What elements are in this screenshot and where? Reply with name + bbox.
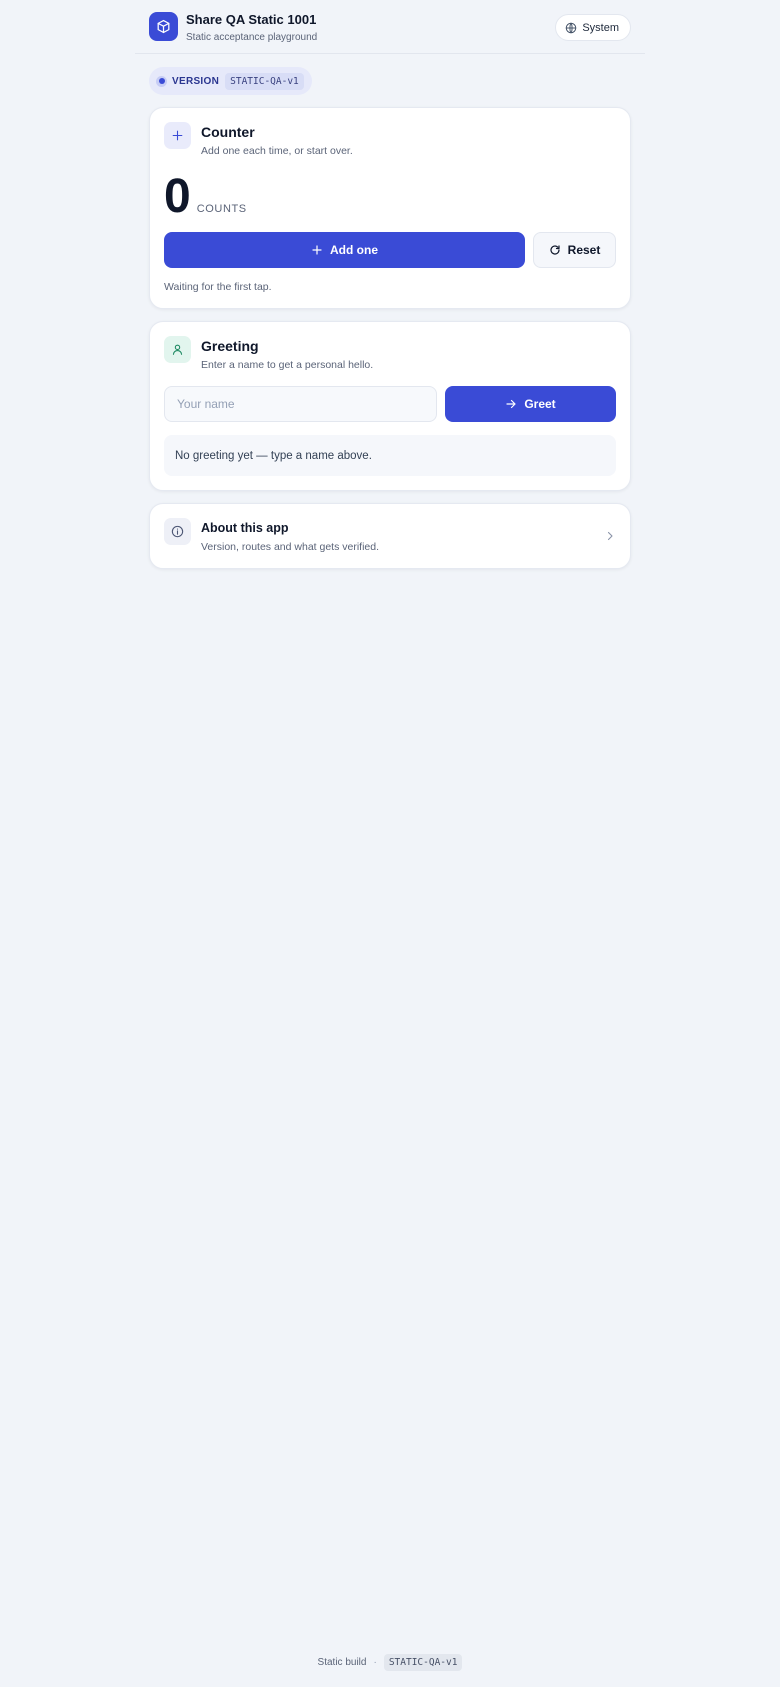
app-subtitle: Static acceptance playground — [186, 32, 318, 43]
version-code: STATIC-QA-v1 — [225, 72, 304, 90]
theme-button-label: System — [582, 21, 619, 34]
arrow-right-icon — [506, 399, 516, 409]
version-label: VERSION — [172, 75, 220, 87]
counter-description: Add one each time, or start over. — [201, 145, 353, 157]
plus-icon — [312, 245, 322, 255]
reset-icon — [550, 245, 560, 255]
greeting-card: Greeting Enter a name to get a personal … — [149, 321, 631, 491]
add-one-button[interactable]: Add one — [164, 232, 525, 268]
greeting-title: Greeting — [201, 338, 259, 354]
name-input[interactable] — [164, 386, 437, 422]
footer-separator: · — [373, 1657, 377, 1668]
cube-icon — [149, 12, 178, 41]
counter-unit: COUNTS — [196, 203, 247, 215]
counter-value: 0 — [164, 170, 191, 223]
about-description: Version, routes and what gets verified. — [201, 541, 380, 553]
counter-title: Counter — [201, 124, 255, 140]
footer-label: Static build — [317, 1657, 367, 1668]
app-header: Share QA Static 1001 Static acceptance p… — [135, 0, 645, 54]
counter-status: Waiting for the first tap. — [164, 281, 272, 293]
about-title: About this app — [201, 521, 289, 535]
theme-system-button[interactable]: System — [555, 14, 631, 41]
plus-icon — [164, 122, 191, 149]
reset-label: Reset — [567, 243, 601, 257]
reset-button[interactable]: Reset — [533, 232, 616, 268]
counter-card: Counter Add one each time, or start over… — [149, 107, 631, 309]
greeting-output: No greeting yet — type a name above. — [164, 435, 616, 476]
greet-button[interactable]: Greet — [445, 386, 616, 422]
info-icon — [164, 518, 191, 545]
app-footer: Static build · STATIC-QA-v1 — [0, 1654, 780, 1671]
footer-version-code: STATIC-QA-v1 — [383, 1654, 463, 1671]
greet-label: Greet — [524, 397, 556, 411]
app-title: Share QA Static 1001 — [186, 12, 317, 27]
main-content: VERSION STATIC-QA-v1 Counter Add one eac… — [149, 54, 631, 569]
brand: Share QA Static 1001 Static acceptance p… — [149, 12, 317, 45]
version-badge: VERSION STATIC-QA-v1 — [149, 67, 312, 95]
chevron-right-icon — [607, 531, 613, 541]
about-card[interactable]: About this app Version, routes and what … — [149, 503, 631, 569]
status-dot — [156, 75, 167, 87]
add-one-label: Add one — [330, 243, 378, 257]
globe-icon — [566, 22, 577, 33]
user-icon — [164, 336, 191, 363]
greeting-description: Enter a name to get a personal hello. — [201, 359, 374, 371]
